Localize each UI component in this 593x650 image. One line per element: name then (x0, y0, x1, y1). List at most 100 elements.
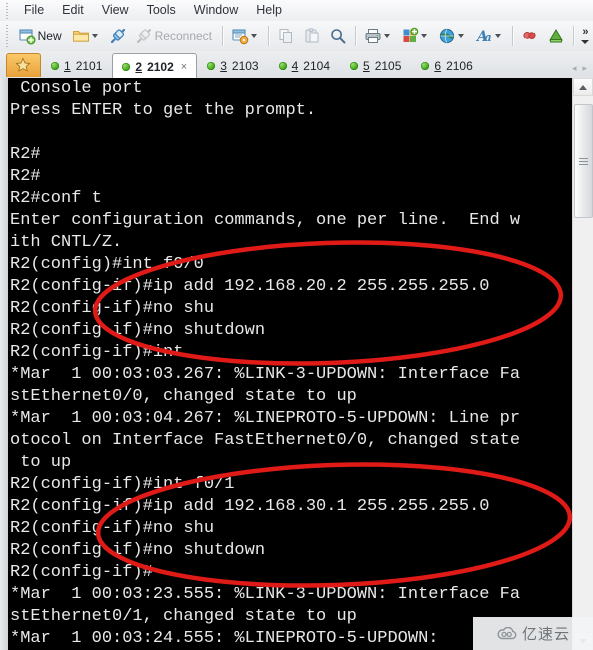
terminal-line: R2(config-if)#int f0/1 (10, 475, 235, 494)
print-caret-icon[interactable] (383, 34, 390, 38)
terminal-area: Console port Press ENTER to get the promp… (0, 78, 593, 650)
tab-2103[interactable]: 3 2103 (197, 54, 268, 77)
tab-status-dot-icon (421, 62, 430, 70)
menu-item-view[interactable]: View (93, 1, 138, 21)
terminal-output[interactable]: Console port Press ENTER to get the promp… (8, 78, 573, 650)
tab-label: 2104 (303, 59, 330, 73)
tab-status-dot-icon (122, 62, 131, 71)
tab-number: 3 (220, 59, 227, 73)
scrollbar-thumb[interactable] (574, 104, 593, 218)
font-caret-icon[interactable] (494, 34, 501, 38)
toolbar-overflow-button[interactable]: » (578, 22, 593, 50)
tab-2106[interactable]: 6 2106 (411, 54, 482, 77)
tab-label: 2106 (446, 59, 473, 73)
tab-scroll-next-icon[interactable]: ▸ (582, 63, 587, 74)
terminal-line: R2#conf t (10, 189, 102, 208)
terminal-line: Enter configuration commands, one per li… (10, 211, 521, 230)
session-options-button[interactable] (228, 23, 263, 49)
terminal-scrollbar[interactable] (572, 78, 593, 650)
terminal-line: R2(config-if)#ip add 192.168.20.2 255.25… (10, 277, 490, 296)
web-caret-icon[interactable] (457, 34, 464, 38)
svg-text:a: a (484, 31, 491, 44)
terminal-line: Press ENTER to get the prompt. (10, 101, 317, 120)
terminal-line: R2(config-if)#no shu (10, 519, 215, 538)
tab-status-dot-icon (350, 62, 358, 70)
new-session-icon (18, 27, 36, 45)
log-session-icon (401, 27, 419, 45)
print-icon (364, 27, 382, 45)
terminal-line: R2# (10, 167, 41, 186)
menu-bar: File Edit View Tools Window Help (0, 0, 593, 22)
menu-item-help[interactable]: Help (247, 1, 291, 21)
open-session-caret-icon[interactable] (91, 34, 98, 38)
upload-icon (547, 27, 565, 45)
session-manager-tab[interactable] (6, 53, 41, 77)
tab-status-dot-icon (278, 62, 287, 70)
menu-item-window[interactable]: Window (185, 1, 247, 21)
scroll-up-button[interactable] (573, 78, 593, 96)
reconnect-label: Reconnect (154, 29, 212, 43)
terminal-line: *Mar 1 00:03:23.555: %LINK-3-UPDOWN: Int… (10, 585, 521, 604)
terminal-left-rail (0, 78, 8, 650)
tab-number: 2 (135, 59, 143, 74)
search-icon (329, 27, 347, 45)
font-icon: A a (475, 27, 493, 45)
log-session-button[interactable] (398, 23, 433, 49)
copy-icon (277, 27, 295, 45)
watermark: 亿速云 (473, 617, 593, 650)
tab-close-icon[interactable]: × (181, 61, 187, 73)
terminal-line: Console port (10, 79, 143, 98)
terminal-line: R2(config-if)#ip add 192.168.30.1 255.25… (10, 497, 490, 516)
tab-number: 1 (64, 59, 71, 73)
connect-button[interactable] (106, 23, 130, 49)
open-session-button[interactable] (69, 23, 104, 49)
reconnect-button[interactable]: Reconnect (132, 23, 217, 49)
terminal-line: *Mar 1 00:03:04.267: %LINEPROTO-5-UPDOWN… (10, 409, 521, 428)
transfer-button[interactable] (518, 23, 542, 49)
font-button[interactable]: A a (472, 23, 507, 49)
tab-2101[interactable]: 1 2101 (41, 54, 112, 77)
tab-2104[interactable]: 4 2104 (269, 54, 340, 77)
menu-drag-grip[interactable] (3, 2, 11, 19)
session-options-caret-icon[interactable] (250, 34, 257, 38)
session-options-icon (231, 27, 249, 45)
terminal-line: stEthernet0/0, changed state to up (10, 387, 357, 406)
tab-number: 6 (434, 59, 442, 73)
toolbar-drag-grip[interactable] (3, 25, 11, 47)
copy-button[interactable] (274, 23, 298, 49)
tab-scroll-controls: ◂ ▸ (572, 63, 593, 78)
terminal-line: R2(config-if)#no shu (10, 299, 215, 318)
tab-number: 5 (363, 59, 370, 73)
terminal-line: otocol on Interface FastEthernet0/0, cha… (10, 431, 521, 450)
log-session-caret-icon[interactable] (420, 34, 427, 38)
upload-button[interactable] (544, 23, 568, 49)
connect-icon (109, 27, 127, 45)
paste-button[interactable] (300, 23, 324, 49)
toolbar: New Reconnect A a » (0, 21, 593, 52)
toolbar-separator (511, 26, 513, 46)
paste-icon (303, 27, 321, 45)
new-session-label: New (37, 29, 62, 43)
watermark-text: 亿速云 (521, 625, 570, 643)
find-button[interactable] (326, 23, 350, 49)
tab-bar: 1 2101 2 2102 × 3 2103 4 2104 5 2105 6 2… (0, 51, 593, 79)
cloud-icon (496, 626, 518, 640)
menu-item-file[interactable]: File (15, 1, 53, 21)
web-button[interactable] (435, 23, 470, 49)
tab-label: 2105 (374, 59, 402, 73)
transfer-icon (521, 27, 539, 45)
terminal-line: R2(config-if)#no shutdown (10, 321, 266, 340)
terminal-line: R2(config-if)#no shutdown (10, 541, 266, 560)
session-icon (14, 56, 33, 75)
terminal-line: to up (10, 453, 72, 472)
tab-2102[interactable]: 2 2102 × (112, 53, 198, 79)
menu-item-tools[interactable]: Tools (138, 1, 185, 21)
new-session-button[interactable]: New (15, 23, 67, 49)
tab-2105[interactable]: 5 2105 (340, 54, 411, 77)
print-button[interactable] (361, 23, 396, 49)
terminal-line: R2(config)#int f0/0 (10, 255, 204, 274)
tab-status-dot-icon (207, 62, 216, 70)
tab-scroll-prev-icon[interactable]: ◂ (572, 63, 577, 74)
menu-item-edit[interactable]: Edit (53, 1, 93, 21)
